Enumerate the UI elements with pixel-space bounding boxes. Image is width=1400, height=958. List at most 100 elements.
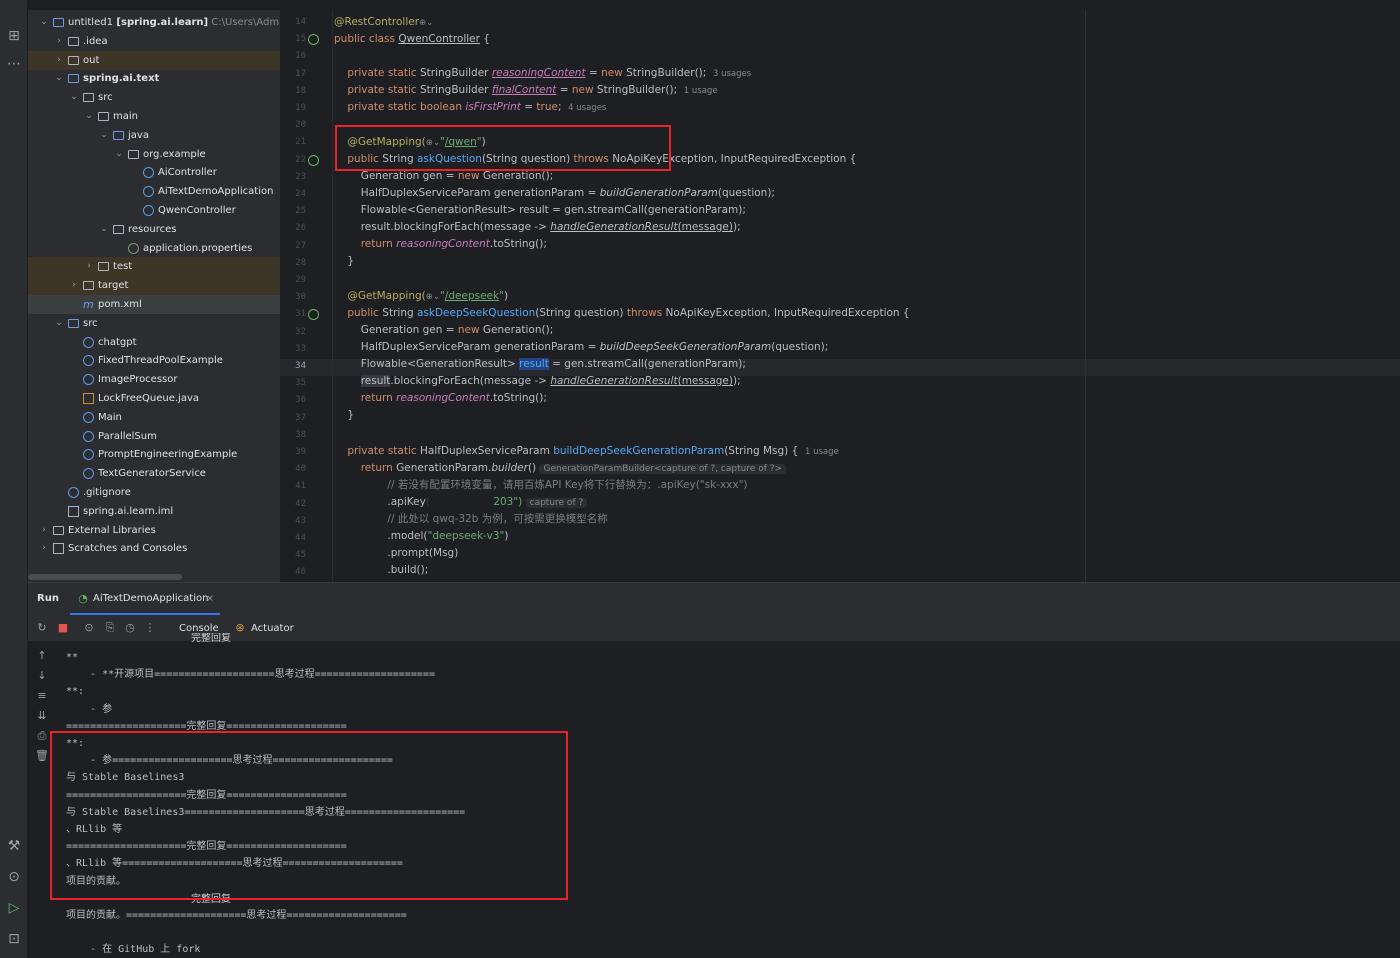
- endpoint-icon[interactable]: [308, 154, 319, 166]
- tree-item[interactable]: › External Libraries: [28, 521, 280, 540]
- tree-item[interactable]: AiController: [28, 163, 280, 182]
- code-line-27: return reasoningContent.toString();: [360, 238, 547, 250]
- chevron-right-icon[interactable]: ›: [68, 276, 80, 295]
- tree-item[interactable]: › .idea: [28, 32, 280, 51]
- chevron-right-icon[interactable]: ›: [38, 521, 50, 540]
- tree-item[interactable]: chatgpt: [28, 333, 280, 352]
- tree-item[interactable]: ⌄ src: [28, 314, 280, 333]
- module-folder-icon: [53, 18, 64, 27]
- tree-item[interactable]: › Scratches and Consoles: [28, 539, 280, 558]
- chevron-down-icon[interactable]: ⌄: [53, 314, 65, 333]
- tree-item[interactable]: .gitignore: [28, 483, 280, 502]
- code-line-34: Flowable<GenerationResult> result = gen.…: [334, 358, 746, 370]
- code-line-19: private static boolean isFirstPrint = tr…: [347, 101, 607, 113]
- tree-item[interactable]: Main: [28, 408, 280, 427]
- terminal-icon[interactable]: ⊡: [4, 929, 24, 949]
- chevron-down-icon[interactable]: ⌄: [113, 145, 125, 164]
- file-icon: [68, 505, 79, 517]
- tree-item[interactable]: ⌄ main: [28, 107, 280, 126]
- close-tab-icon[interactable]: ×: [203, 592, 217, 606]
- print-icon[interactable]: ⎙: [35, 729, 49, 743]
- tree-item[interactable]: application.properties: [28, 239, 280, 258]
- tree-item[interactable]: › out: [28, 50, 280, 70]
- profiler-icon[interactable]: ◷: [123, 621, 137, 635]
- tree-item-label: Scratches and Consoles: [68, 543, 188, 555]
- class-icon: [83, 355, 94, 367]
- tree-item[interactable]: QwenController: [28, 201, 280, 220]
- class-run-icon: [143, 186, 154, 198]
- services-icon[interactable]: ⊙: [4, 867, 24, 887]
- rerun-icon[interactable]: ↻: [35, 621, 49, 635]
- chevron-right-icon[interactable]: ›: [38, 539, 50, 558]
- soft-wrap-icon[interactable]: ≡: [35, 689, 49, 703]
- chevron-down-icon[interactable]: ⌄: [98, 220, 110, 239]
- code-line-35: result.blockingForEach(message -> handle…: [360, 375, 741, 387]
- chevron-down-icon[interactable]: ⌄: [83, 107, 95, 126]
- tree-item[interactable]: ⌄ spring.ai.text: [28, 69, 280, 88]
- line-number: 38: [295, 429, 306, 440]
- line-number: 46: [295, 567, 306, 578]
- tree-item[interactable]: ⌄ src: [28, 88, 280, 107]
- build-icon[interactable]: ⚒: [4, 836, 24, 856]
- tree-item[interactable]: ImageProcessor: [28, 370, 280, 389]
- tree-item[interactable]: ParallelSum: [28, 427, 280, 446]
- project-tool-window: ⌄ untitled1 [spring.ai.learn] C:\Users\Ad…: [28, 10, 280, 582]
- library-icon: [53, 525, 64, 535]
- chevron-right-icon[interactable]: ›: [83, 257, 95, 276]
- chevron-down-icon[interactable]: ⌄: [98, 126, 110, 145]
- actuator-tab[interactable]: Actuator: [251, 622, 294, 636]
- tree-item[interactable]: ⌄ untitled1 [spring.ai.learn] C:\Users\Ad…: [28, 13, 280, 32]
- tree-item[interactable]: › test: [28, 257, 280, 277]
- tree-item[interactable]: › target: [28, 276, 280, 296]
- more-tools-icon[interactable]: ⋯: [4, 54, 24, 74]
- tree-item[interactable]: spring.ai.learn.iml: [28, 502, 280, 521]
- more-icon[interactable]: ⋮: [143, 621, 157, 635]
- chevron-down-icon[interactable]: ⌄: [68, 88, 80, 107]
- code-line-39: private static HalfDuplexServiceParam bu…: [347, 445, 839, 457]
- class-icon: [143, 205, 154, 216]
- scroll-up-icon[interactable]: ↑: [35, 649, 49, 663]
- highlight-box-qwen-mapping: [335, 125, 671, 171]
- tree-item[interactable]: PromptEngineeringExample: [28, 445, 280, 464]
- dump-threads-icon[interactable]: ⎘: [103, 621, 117, 635]
- clear-all-icon[interactable]: 🗑: [35, 749, 49, 763]
- stop-icon[interactable]: ■: [56, 621, 70, 635]
- line-number: 33: [295, 343, 306, 354]
- endpoint-icon[interactable]: [308, 309, 319, 321]
- screenshot-icon[interactable]: ⊙: [82, 621, 96, 635]
- line-number: 42: [295, 498, 306, 509]
- tree-item[interactable]: FixedThreadPoolExample: [28, 351, 280, 370]
- chevron-down-icon[interactable]: ⌄: [38, 13, 50, 32]
- code-line-24: HalfDuplexServiceParam generationParam =…: [334, 187, 775, 199]
- scroll-down-icon[interactable]: ↓: [35, 669, 49, 683]
- class-icon: [83, 468, 94, 480]
- bean-icon[interactable]: [308, 34, 319, 46]
- chevron-right-icon[interactable]: ›: [53, 51, 65, 70]
- chevron-right-icon[interactable]: ›: [53, 32, 65, 51]
- tree-item[interactable]: ⌄ org.example: [28, 145, 280, 164]
- code-editor[interactable]: 14 15 16 17 18 19 20 21 22 23 24 25 26 27 28 29 30 31 32 33…: [280, 10, 1400, 582]
- chevron-down-icon[interactable]: ⌄: [53, 69, 65, 88]
- tree-item[interactable]: ⌄ java: [28, 126, 280, 145]
- code-line-14: @RestController⊕⌄: [334, 16, 434, 28]
- tree-item[interactable]: AiTextDemoApplication: [28, 182, 280, 201]
- folder-icon: [98, 262, 109, 272]
- run-config-tab[interactable]: ◔ AiTextDemoApplication ×: [70, 583, 220, 615]
- line-number: 18: [295, 85, 306, 96]
- tree-item[interactable]: LockFreeQueue.java: [28, 389, 280, 408]
- tree-item[interactable]: m pom.xml: [28, 295, 280, 314]
- structure-icon[interactable]: ⊞: [4, 26, 24, 46]
- line-number: 45: [295, 550, 306, 561]
- tree-item-label: AiController: [158, 167, 217, 179]
- code-line-31: public String askDeepSeekQuestion(String…: [347, 307, 910, 319]
- tree-item[interactable]: ⌄ resources: [28, 220, 280, 239]
- scroll-to-end-icon[interactable]: ⇊: [35, 709, 49, 723]
- line-number: 36: [295, 395, 306, 406]
- folder-icon: [83, 281, 94, 291]
- horizontal-scrollbar[interactable]: [28, 574, 182, 580]
- line-number: 40: [295, 464, 306, 475]
- class-icon: [83, 449, 94, 461]
- code-line-45: .prompt(Msg): [334, 547, 459, 559]
- run-tool-icon[interactable]: ▷: [4, 898, 24, 918]
- tree-item[interactable]: TextGeneratorService: [28, 464, 280, 483]
